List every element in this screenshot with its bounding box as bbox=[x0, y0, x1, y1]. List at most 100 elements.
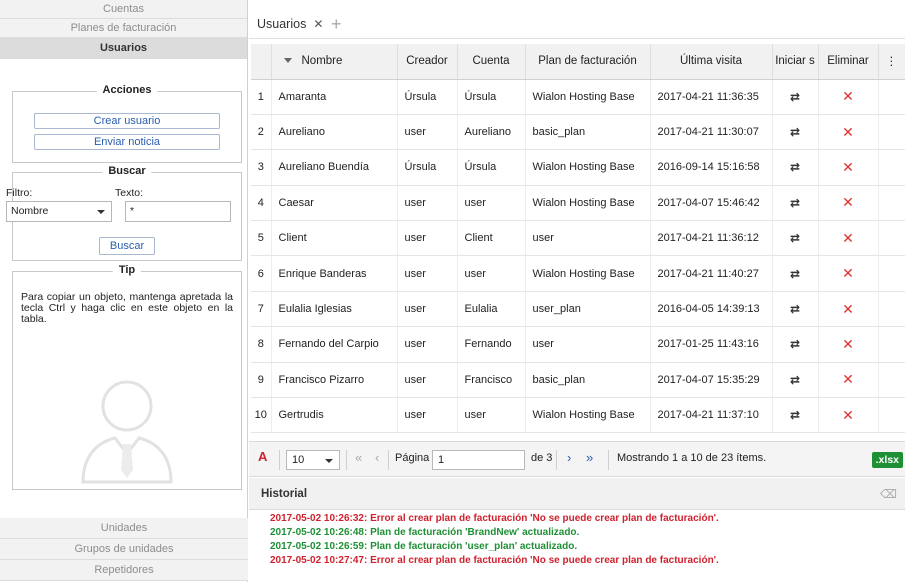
col-nombre[interactable]: Nombre bbox=[271, 44, 398, 80]
delete-icon[interactable]: ✕ bbox=[842, 230, 854, 246]
login-as-icon[interactable]: ⇄ bbox=[790, 125, 800, 139]
row-index: 9 bbox=[251, 362, 272, 399]
create-user-button[interactable]: Crear usuario bbox=[34, 113, 220, 129]
table-row[interactable]: 1 Amaranta Úrsula Úrsula Wialon Hosting Base… bbox=[251, 79, 905, 115]
col-iniciar[interactable]: Iniciar s bbox=[772, 44, 819, 80]
column-menu-icon[interactable]: ⋮ bbox=[878, 44, 905, 80]
col-plan[interactable]: Plan de facturación bbox=[525, 44, 651, 80]
delete-cell: ✕ bbox=[818, 114, 879, 151]
row-index: 3 bbox=[251, 149, 272, 186]
login-as-icon[interactable]: ⇄ bbox=[790, 196, 800, 210]
search-text-input[interactable]: * bbox=[125, 201, 231, 222]
login-as-icon[interactable]: ⇄ bbox=[790, 267, 800, 281]
creator: user bbox=[397, 185, 458, 222]
history-header: Historial ⌫ bbox=[249, 478, 905, 510]
col-creador[interactable]: Creador bbox=[397, 44, 458, 80]
eraser-icon[interactable]: ⌫ bbox=[880, 487, 897, 501]
account: Client bbox=[457, 220, 526, 257]
add-tab-icon[interactable]: + bbox=[331, 14, 342, 35]
account: user bbox=[457, 185, 526, 222]
pager-divider bbox=[388, 450, 389, 470]
row-index: 10 bbox=[251, 397, 272, 434]
delete-icon[interactable]: ✕ bbox=[842, 301, 854, 317]
table-row[interactable]: 7 Eulalia Iglesias user Eulalia user_plan 201… bbox=[251, 291, 905, 328]
history-line: 2017-05-02 10:26:59: Plan de facturación… bbox=[270, 541, 578, 552]
creator: user bbox=[397, 114, 458, 151]
col-index bbox=[251, 44, 272, 80]
close-icon[interactable]: ✕ bbox=[313, 17, 323, 31]
login-as-cell: ⇄ bbox=[772, 326, 819, 363]
delete-cell: ✕ bbox=[818, 149, 879, 186]
delete-icon[interactable]: ✕ bbox=[842, 407, 854, 423]
table-row[interactable]: 9 Francisco Pizarro user Francisco basic_pla… bbox=[251, 362, 905, 399]
pager-divider bbox=[279, 450, 280, 470]
col-eliminar[interactable]: Eliminar bbox=[818, 44, 879, 80]
table-row[interactable]: 4 Caesar user user Wialon Hosting Base 2017-0… bbox=[251, 185, 905, 222]
login-as-icon[interactable]: ⇄ bbox=[790, 231, 800, 245]
delete-icon[interactable]: ✕ bbox=[842, 159, 854, 175]
sort-desc-icon bbox=[283, 58, 292, 63]
filter-select-value: Nombre bbox=[11, 205, 49, 217]
login-as-icon[interactable]: ⇄ bbox=[790, 337, 800, 351]
tab-usuarios[interactable]: Usuarios ✕ bbox=[257, 17, 323, 31]
nav-planes-facturacion[interactable]: Planes de facturación bbox=[0, 19, 247, 38]
last-visit: 2017-04-21 11:37:10 bbox=[650, 397, 773, 434]
table-row[interactable]: 2 Aureliano user Aureliano basic_plan 2017-04… bbox=[251, 114, 905, 151]
font-size-icon[interactable]: A bbox=[258, 449, 267, 464]
login-as-icon[interactable]: ⇄ bbox=[790, 373, 800, 387]
last-visit: 2017-04-21 11:30:07 bbox=[650, 114, 773, 151]
table-row[interactable]: 8 Fernando del Carpio user Fernando user 2017… bbox=[251, 326, 905, 363]
nav-repetidores[interactable]: Repetidores bbox=[0, 560, 248, 581]
user-name: Caesar bbox=[271, 185, 398, 222]
account: Úrsula bbox=[457, 149, 526, 186]
delete-icon[interactable]: ✕ bbox=[842, 124, 854, 140]
nav-usuarios[interactable]: Usuarios bbox=[0, 38, 247, 59]
delete-icon[interactable]: ✕ bbox=[842, 88, 854, 104]
next-page-icon[interactable]: › bbox=[567, 450, 571, 465]
delete-cell: ✕ bbox=[818, 185, 879, 222]
history-line: 2017-05-02 10:27:47: Error al crear plan… bbox=[270, 555, 719, 566]
filter-select[interactable]: Nombre bbox=[6, 201, 112, 222]
creator: user bbox=[397, 397, 458, 434]
login-as-icon[interactable]: ⇄ bbox=[790, 302, 800, 316]
creator: user bbox=[397, 220, 458, 257]
login-as-icon[interactable]: ⇄ bbox=[790, 408, 800, 422]
text-label: Texto: bbox=[115, 187, 144, 199]
last-page-icon[interactable]: » bbox=[586, 450, 593, 465]
delete-icon[interactable]: ✕ bbox=[842, 371, 854, 387]
login-as-cell: ⇄ bbox=[772, 220, 819, 257]
login-as-icon[interactable]: ⇄ bbox=[790, 160, 800, 174]
billing-plan: Wialon Hosting Base bbox=[525, 149, 651, 186]
creator: user bbox=[397, 362, 458, 399]
col-nombre-label: Nombre bbox=[301, 55, 343, 68]
first-page-icon[interactable]: « bbox=[355, 450, 362, 465]
delete-cell: ✕ bbox=[818, 220, 879, 257]
col-ultima-visita[interactable]: Última visita bbox=[650, 44, 773, 80]
user-name: Gertrudis bbox=[271, 397, 398, 434]
page-number-input[interactable]: 1 bbox=[432, 450, 525, 470]
col-cuenta[interactable]: Cuenta bbox=[457, 44, 526, 80]
nav-unidades[interactable]: Unidades bbox=[0, 518, 248, 539]
delete-cell: ✕ bbox=[818, 255, 879, 292]
page-size-select[interactable]: 10 bbox=[286, 450, 340, 470]
prev-page-icon[interactable]: ‹ bbox=[375, 450, 379, 465]
table-row[interactable]: 3 Aureliano Buendía Úrsula Úrsula Wialon Hos… bbox=[251, 149, 905, 186]
delete-icon[interactable]: ✕ bbox=[842, 265, 854, 281]
creator: Úrsula bbox=[397, 149, 458, 186]
user-name: Eulalia Iglesias bbox=[271, 291, 398, 328]
send-notice-button[interactable]: Enviar noticia bbox=[34, 134, 220, 150]
table-row[interactable]: 6 Enrique Banderas user user Wialon Hosting … bbox=[251, 255, 905, 292]
row-index: 7 bbox=[251, 291, 272, 328]
user-avatar-icon bbox=[81, 380, 173, 484]
delete-icon[interactable]: ✕ bbox=[842, 336, 854, 352]
delete-icon[interactable]: ✕ bbox=[842, 194, 854, 210]
search-button[interactable]: Buscar bbox=[99, 237, 155, 255]
export-xlsx-button[interactable]: .xlsx bbox=[871, 452, 903, 468]
main-panel: Usuarios ✕ + Nombre Creador Cuenta Plan d… bbox=[249, 0, 905, 582]
table-row[interactable]: 10 Gertrudis user user Wialon Hosting Base 20… bbox=[251, 397, 905, 434]
login-as-icon[interactable]: ⇄ bbox=[790, 90, 800, 104]
nav-grupos-unidades[interactable]: Grupos de unidades bbox=[0, 539, 248, 560]
nav-cuentas[interactable]: Cuentas bbox=[0, 0, 247, 19]
table-row[interactable]: 5 Client user Client user 2017-04-21 11:36:12… bbox=[251, 220, 905, 257]
user-name: Aureliano bbox=[271, 114, 398, 151]
